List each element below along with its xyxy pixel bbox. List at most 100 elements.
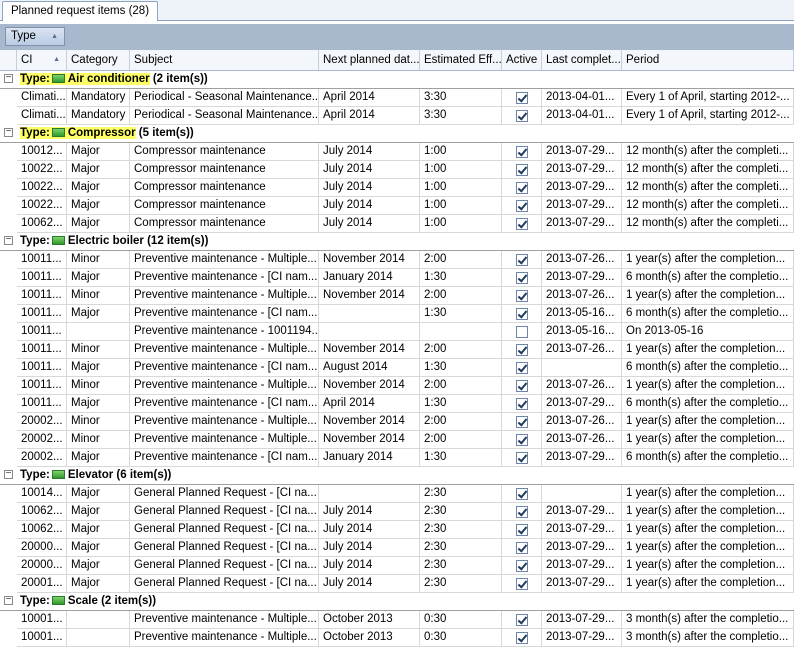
cell-active[interactable]: [502, 197, 542, 215]
cell-active[interactable]: [502, 107, 542, 125]
table-row[interactable]: 10022... Major Compressor maintenance July …: [0, 197, 794, 215]
active-checkbox[interactable]: [516, 146, 528, 158]
table-row[interactable]: 10062... Major General Planned Request - […: [0, 521, 794, 539]
cell-active[interactable]: [502, 215, 542, 233]
active-checkbox[interactable]: [516, 632, 528, 644]
cell-active[interactable]: [502, 503, 542, 521]
active-checkbox[interactable]: [516, 110, 528, 122]
active-checkbox[interactable]: [516, 488, 528, 500]
header-col-category[interactable]: Category: [67, 50, 130, 70]
group-row[interactable]: − Type: Elevator (6 item(s)): [0, 467, 794, 485]
table-row[interactable]: 10062... Major Compressor maintenance July …: [0, 215, 794, 233]
table-row[interactable]: 10011... Minor Preventive maintenance - Mu…: [0, 377, 794, 395]
active-checkbox[interactable]: [516, 542, 528, 554]
active-checkbox[interactable]: [516, 308, 528, 320]
cell-active[interactable]: [502, 269, 542, 287]
table-row[interactable]: 20001... Major General Planned Request - […: [0, 575, 794, 593]
active-checkbox[interactable]: [516, 344, 528, 356]
active-checkbox[interactable]: [516, 578, 528, 590]
table-row[interactable]: 10001... Preventive maintenance - Multipl…: [0, 611, 794, 629]
cell-active[interactable]: [502, 431, 542, 449]
cell-active[interactable]: [502, 629, 542, 647]
collapse-icon[interactable]: −: [4, 595, 13, 605]
table-row[interactable]: 10011... Minor Preventive maintenance - Mu…: [0, 251, 794, 269]
table-row[interactable]: 10022... Major Compressor maintenance July …: [0, 161, 794, 179]
table-row[interactable]: 20000... Major General Planned Request - […: [0, 557, 794, 575]
collapse-icon[interactable]: −: [4, 235, 13, 245]
table-row[interactable]: 20002... Minor Preventive maintenance - Mu…: [0, 413, 794, 431]
active-checkbox[interactable]: [516, 434, 528, 446]
header-col-estimated-effort[interactable]: Estimated Eff...: [420, 50, 502, 70]
active-checkbox[interactable]: [516, 326, 528, 338]
cell-active[interactable]: [502, 395, 542, 413]
group-by-type-button[interactable]: Type ▲: [5, 27, 65, 46]
header-col-period[interactable]: Period: [622, 50, 794, 70]
table-row[interactable]: 10022... Major Compressor maintenance July …: [0, 179, 794, 197]
cell-active[interactable]: [502, 143, 542, 161]
table-row[interactable]: Climati... Mandatory Periodical - Seasonal…: [0, 107, 794, 125]
active-checkbox[interactable]: [516, 290, 528, 302]
collapse-icon[interactable]: −: [4, 469, 13, 479]
cell-active[interactable]: [502, 611, 542, 629]
table-row[interactable]: 20000... Major General Planned Request - […: [0, 539, 794, 557]
cell-active[interactable]: [502, 287, 542, 305]
table-row[interactable]: 10011... Minor Preventive maintenance - Mu…: [0, 287, 794, 305]
table-row[interactable]: 10011... Preventive maintenance - 1001194…: [0, 323, 794, 341]
active-checkbox[interactable]: [516, 614, 528, 626]
cell-active[interactable]: [502, 251, 542, 269]
active-checkbox[interactable]: [516, 272, 528, 284]
table-row[interactable]: Climati... Mandatory Periodical - Seasonal…: [0, 89, 794, 107]
cell-active[interactable]: [502, 413, 542, 431]
table-row[interactable]: 10012... Major Compressor maintenance July …: [0, 143, 794, 161]
active-checkbox[interactable]: [516, 452, 528, 464]
cell-active[interactable]: [502, 179, 542, 197]
collapse-icon[interactable]: −: [4, 127, 13, 137]
active-checkbox[interactable]: [516, 164, 528, 176]
cell-active[interactable]: [502, 323, 542, 341]
header-col-subject[interactable]: Subject: [130, 50, 319, 70]
table-row[interactable]: 10011... Major Preventive maintenance - [C…: [0, 359, 794, 377]
active-checkbox[interactable]: [516, 524, 528, 536]
active-checkbox[interactable]: [516, 254, 528, 266]
cell-active[interactable]: [502, 575, 542, 593]
group-row[interactable]: − Type: Air conditioner (2 item(s)): [0, 71, 794, 89]
active-checkbox[interactable]: [516, 218, 528, 230]
cell-active[interactable]: [502, 521, 542, 539]
cell-active[interactable]: [502, 485, 542, 503]
active-checkbox[interactable]: [516, 560, 528, 572]
active-checkbox[interactable]: [516, 92, 528, 104]
table-row[interactable]: 10014... Major General Planned Request - […: [0, 485, 794, 503]
cell-active[interactable]: [502, 305, 542, 323]
collapse-icon[interactable]: −: [4, 73, 13, 83]
table-row[interactable]: 10011... Major Preventive maintenance - [C…: [0, 269, 794, 287]
header-col-ci[interactable]: CI ▲: [17, 50, 67, 70]
header-col-active[interactable]: Active: [502, 50, 542, 70]
tab-planned-request-items[interactable]: Planned request items (28): [2, 1, 158, 21]
table-row[interactable]: 10011... Major Preventive maintenance - [C…: [0, 305, 794, 323]
active-checkbox[interactable]: [516, 362, 528, 374]
cell-active[interactable]: [502, 341, 542, 359]
cell-active[interactable]: [502, 89, 542, 107]
table-row[interactable]: 10001... Preventive maintenance - Multipl…: [0, 629, 794, 647]
cell-active[interactable]: [502, 359, 542, 377]
active-checkbox[interactable]: [516, 506, 528, 518]
header-col-last-completed[interactable]: Last complet...: [542, 50, 622, 70]
cell-active[interactable]: [502, 449, 542, 467]
cell-active[interactable]: [502, 377, 542, 395]
cell-active[interactable]: [502, 161, 542, 179]
active-checkbox[interactable]: [516, 182, 528, 194]
active-checkbox[interactable]: [516, 416, 528, 428]
table-row[interactable]: 20002... Minor Preventive maintenance - Mu…: [0, 431, 794, 449]
table-row[interactable]: 10062... Major General Planned Request - […: [0, 503, 794, 521]
cell-active[interactable]: [502, 539, 542, 557]
table-row[interactable]: 10011... Minor Preventive maintenance - Mu…: [0, 341, 794, 359]
active-checkbox[interactable]: [516, 398, 528, 410]
table-row[interactable]: 10011... Major Preventive maintenance - [C…: [0, 395, 794, 413]
table-row[interactable]: 20002... Major Preventive maintenance - [C…: [0, 449, 794, 467]
active-checkbox[interactable]: [516, 380, 528, 392]
group-row[interactable]: − Type: Electric boiler (12 item(s)): [0, 233, 794, 251]
group-row[interactable]: − Type: Compressor (5 item(s)): [0, 125, 794, 143]
active-checkbox[interactable]: [516, 200, 528, 212]
group-row[interactable]: − Type: Scale (2 item(s)): [0, 593, 794, 611]
header-col-next-planned-date[interactable]: Next planned dat...: [319, 50, 420, 70]
